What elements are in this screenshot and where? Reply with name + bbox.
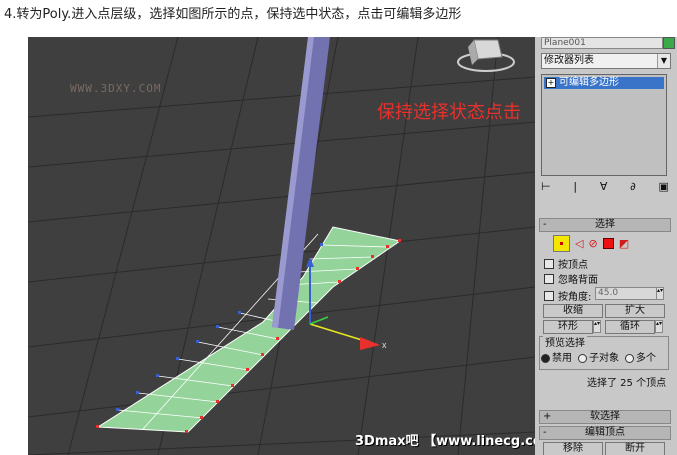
remove-modifier-icon[interactable]: ∂ (630, 180, 636, 196)
polygon-level-icon[interactable] (602, 238, 614, 249)
viewcube (457, 39, 515, 72)
axis-x-label: x (382, 340, 387, 350)
loop-spinner[interactable]: ▴▾ (655, 320, 663, 333)
preview-selection-options: 禁用 子对象 多个 (541, 349, 656, 364)
annotation-text: 保持选择状态点击 (377, 102, 521, 123)
ring-button[interactable]: 环形 (543, 320, 593, 334)
modifier-stack: + 可编辑多边形 (541, 74, 667, 176)
by-vertex-checkbox[interactable]: 按顶点 (544, 256, 588, 271)
stack-item-label: 可编辑多边形 (559, 77, 619, 88)
loop-button[interactable]: 循环 (605, 320, 655, 334)
element-level-icon[interactable]: ◩ (619, 237, 629, 250)
border-level-icon[interactable]: ⊘ (588, 237, 597, 250)
edit-vertices-rollout-header[interactable]: - 编辑顶点 (539, 426, 671, 440)
command-panel: Plane001 修改器列表 ▼ + 可编辑多边形 ⊢ | ∀ ∂ ▣ - 选择 ◁… (535, 37, 677, 455)
subobject-level-icons: ◁ ⊘ ◩ (553, 235, 629, 252)
remove-button[interactable]: 移除 (543, 442, 603, 455)
ring-spinner[interactable]: ▴▾ (593, 320, 601, 333)
break-button[interactable]: 断开 (605, 442, 665, 455)
object-name-field[interactable]: Plane001 (541, 37, 663, 49)
preview-selection-label: 预览选择 (543, 334, 587, 349)
modifier-list-dropdown[interactable]: 修改器列表 ▼ (541, 53, 671, 69)
soft-selection-rollout-header[interactable]: + 软选择 (539, 410, 671, 424)
watermark-top: WWW.3DXY.COM (70, 82, 162, 95)
expand-icon[interactable]: + (546, 78, 556, 88)
modifier-list-label: 修改器列表 (544, 55, 594, 66)
selection-rollout-header[interactable]: - 选择 (539, 218, 671, 232)
grow-button[interactable]: 扩大 (605, 304, 665, 318)
object-color-swatch[interactable] (663, 37, 675, 49)
angle-spinner[interactable]: ▴▾ (656, 287, 664, 300)
configure-sets-icon[interactable]: ▣ (659, 180, 669, 196)
vertex-level-icon[interactable] (553, 235, 570, 252)
stack-item-editable-poly[interactable]: + 可编辑多边形 (544, 77, 664, 89)
stack-toolbar: ⊢ | ∀ ∂ ▣ (541, 180, 669, 196)
pin-stack-icon[interactable]: ⊢ (541, 180, 551, 196)
preview-disabled-radio[interactable]: 禁用 (541, 349, 572, 364)
by-angle-checkbox[interactable]: 按角度: (544, 288, 591, 303)
step-caption: 4.转为Poly.进入点层级，选择如图所示的点，保持选中状态，点击可编辑多边形 (4, 7, 462, 22)
make-unique-icon[interactable]: ∀ (600, 180, 608, 196)
selection-status: 选择了 25 个顶点 (587, 378, 667, 389)
show-end-result-icon[interactable]: | (573, 180, 577, 196)
chevron-down-icon[interactable]: ▼ (657, 54, 670, 68)
preview-multi-radio[interactable]: 多个 (625, 349, 656, 364)
ignore-backfacing-checkbox[interactable]: 忽略背面 (544, 271, 598, 286)
angle-value-field[interactable]: 45.0 (595, 287, 657, 300)
edge-level-icon[interactable]: ◁ (575, 237, 583, 250)
shrink-button[interactable]: 收缩 (543, 304, 603, 318)
preview-subobject-radio[interactable]: 子对象 (578, 349, 619, 364)
